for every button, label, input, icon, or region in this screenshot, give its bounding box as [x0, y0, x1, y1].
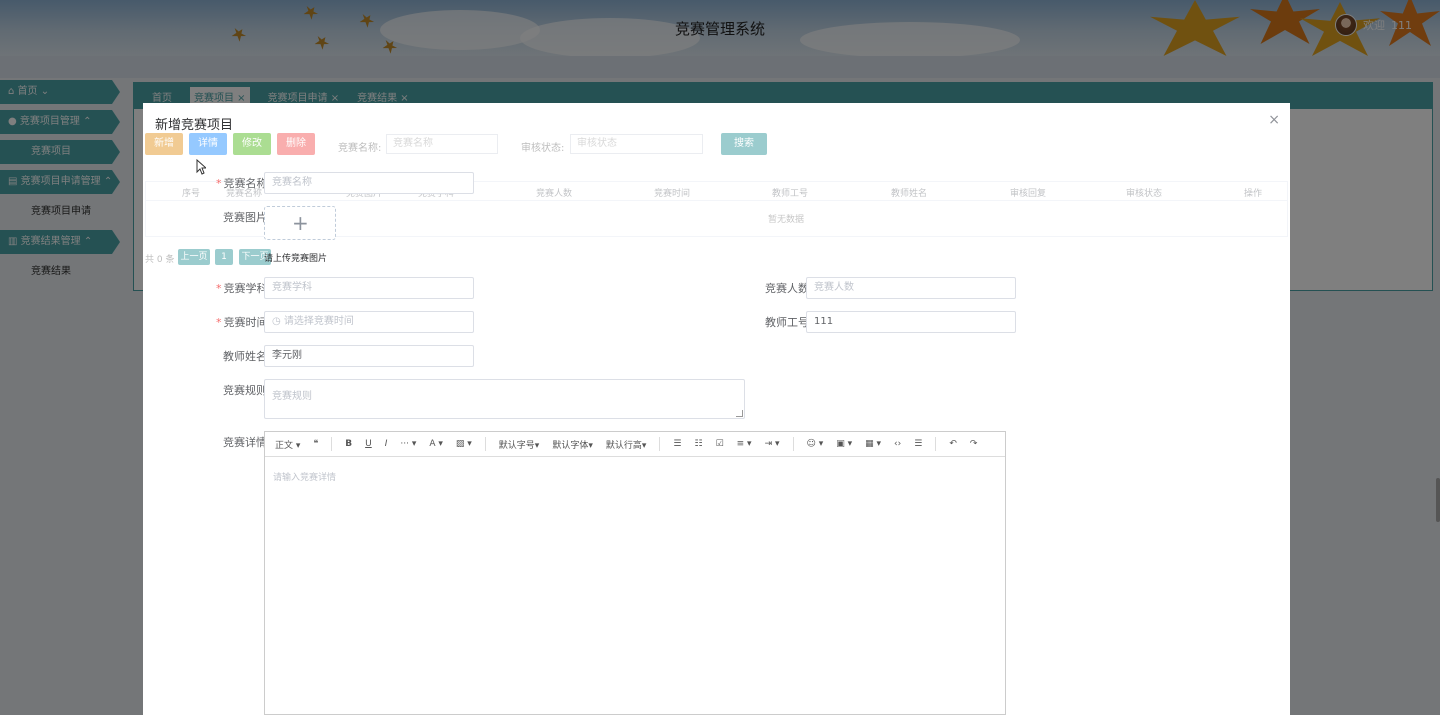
details-label: 竞赛详情: [223, 436, 267, 449]
page-scrollbar[interactable]: [1436, 478, 1440, 522]
column-header[interactable]: 教师工号: [772, 186, 808, 199]
rules-label: 竞赛规则: [223, 384, 267, 397]
column-header[interactable]: 审核状态: [1126, 186, 1162, 199]
upload-tip: 请上传竞赛图片: [264, 254, 328, 264]
column-header[interactable]: 操作: [1244, 186, 1262, 199]
font-family-select[interactable]: 默认字体▾: [552, 438, 593, 451]
undo-icon[interactable]: ↶: [949, 439, 957, 449]
more-icon[interactable]: ··· ▾: [400, 439, 416, 449]
bullet-list-icon[interactable]: ☰: [673, 439, 681, 449]
delete-button[interactable]: 删除: [277, 133, 315, 155]
add-button[interactable]: 新增: [145, 133, 183, 155]
search-name-label: 竞赛名称:: [338, 143, 382, 154]
detail-button[interactable]: 详情: [189, 133, 227, 155]
subject-input[interactable]: 竞赛学科: [264, 277, 474, 299]
pager-page-button[interactable]: 1: [215, 249, 233, 265]
emoji-icon[interactable]: ☺ ▾: [807, 439, 824, 449]
pager-prev-button[interactable]: 上一页: [178, 249, 210, 265]
time-picker[interactable]: ◷ 请选择竞赛时间: [264, 311, 474, 333]
search-name-input[interactable]: 竞赛名称: [386, 134, 498, 154]
rules-textarea[interactable]: 竞赛规则: [264, 379, 745, 419]
align-icon[interactable]: ≡ ▾: [737, 439, 752, 449]
divider-icon[interactable]: ☰: [914, 439, 922, 449]
time-label: * 竞赛时间: [216, 316, 268, 329]
italic-icon[interactable]: I: [385, 439, 388, 449]
column-header[interactable]: 竞赛人数: [536, 186, 572, 199]
search-button[interactable]: 搜索: [721, 133, 767, 155]
teacher-name-label: 教师姓名: [223, 350, 267, 363]
image-label: 竞赛图片: [223, 211, 267, 224]
editor-placeholder: 请输入竞赛详情: [273, 473, 337, 483]
pager-total: 共 0 条: [145, 255, 175, 265]
column-header[interactable]: 审核回复: [1010, 186, 1046, 199]
teacher-id-input[interactable]: 111: [806, 311, 1016, 333]
line-height-select[interactable]: 默认行高▾: [606, 438, 647, 451]
font-size-select[interactable]: 默认字号▾: [499, 438, 540, 451]
numbered-list-icon[interactable]: ☷: [695, 439, 703, 449]
quote-icon[interactable]: ❝: [313, 439, 318, 449]
column-header[interactable]: 竞赛时间: [654, 186, 690, 199]
clock-icon: ◷: [272, 316, 281, 327]
search-status-select[interactable]: 审核状态: [570, 134, 703, 154]
redo-icon[interactable]: ↷: [970, 439, 978, 449]
mouse-cursor-icon: [196, 159, 206, 175]
teacher-id-label: 教师工号: [765, 316, 809, 329]
count-label: 竞赛人数: [765, 282, 809, 295]
column-header[interactable]: 教师姓名: [891, 186, 927, 199]
bg-color-icon[interactable]: ▨ ▾: [456, 439, 472, 449]
search-status-label: 审核状态:: [521, 143, 565, 154]
indent-icon[interactable]: ⇥ ▾: [765, 439, 780, 449]
column-header[interactable]: 序号: [182, 186, 200, 199]
resize-handle[interactable]: [736, 410, 743, 417]
todo-icon[interactable]: ☑: [716, 439, 724, 449]
add-project-dialog: 新增竞赛项目 × 新增 详情 修改 删除 竞赛名称: 竞赛名称 审核状态: 审核…: [143, 103, 1290, 715]
edit-button[interactable]: 修改: [233, 133, 271, 155]
name-input[interactable]: 竞赛名称: [264, 172, 474, 194]
image-upload[interactable]: +: [264, 206, 336, 240]
font-color-icon[interactable]: A ▾: [429, 439, 443, 449]
rich-text-editor[interactable]: 正文 ▾ ❝ B U I ··· ▾ A ▾ ▨ ▾ 默认字号▾ 默认字体▾ 默…: [264, 431, 1006, 715]
editor-toolbar: 正文 ▾ ❝ B U I ··· ▾ A ▾ ▨ ▾ 默认字号▾ 默认字体▾ 默…: [265, 432, 1005, 457]
name-label: * 竞赛名称: [216, 177, 268, 190]
subject-label: * 竞赛学科: [216, 282, 268, 295]
paragraph-select[interactable]: 正文 ▾: [275, 438, 300, 451]
count-input[interactable]: 竞赛人数: [806, 277, 1016, 299]
image-icon[interactable]: ▣ ▾: [836, 439, 852, 449]
bold-icon[interactable]: B: [345, 439, 352, 449]
underline-icon[interactable]: U: [365, 439, 372, 449]
code-icon[interactable]: ‹›: [894, 439, 901, 449]
plus-icon: +: [292, 211, 309, 235]
empty-text: 暂无数据: [768, 215, 805, 225]
table-icon[interactable]: ▦ ▾: [865, 439, 881, 449]
teacher-name-input[interactable]: 李元刚: [264, 345, 474, 367]
